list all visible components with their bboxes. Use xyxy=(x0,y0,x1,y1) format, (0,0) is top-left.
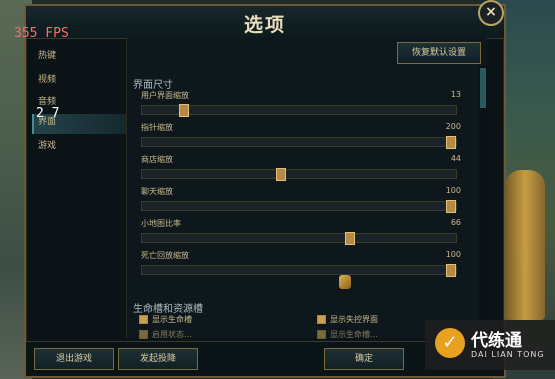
slider-label: 小地图比率 xyxy=(141,219,181,228)
slider-thumb[interactable] xyxy=(445,264,456,277)
checkbox-icon[interactable] xyxy=(139,330,148,339)
slider-track[interactable] xyxy=(141,104,457,117)
content-scrollbar[interactable] xyxy=(479,66,487,336)
checkbox-label: 启用状态... xyxy=(152,330,192,339)
slider-row-cursor-scale: 指针缩放 200 xyxy=(141,122,461,149)
slider-value: 66 xyxy=(450,218,461,227)
slider-value: 44 xyxy=(450,154,461,163)
slider-label: 商店缩放 xyxy=(141,155,173,164)
slider-thumb[interactable] xyxy=(445,136,456,149)
slider-thumb[interactable] xyxy=(445,200,456,213)
scroll-thumb[interactable] xyxy=(480,68,486,108)
sidebar-item-video[interactable]: 视频 xyxy=(34,72,126,88)
slider-label: 用户界面缩放 xyxy=(141,91,189,100)
slider-thumb[interactable] xyxy=(178,104,189,117)
checkbox-show-health-bars[interactable]: 显示生命槽 xyxy=(139,314,192,325)
title-bar: 选项 xyxy=(26,6,504,39)
quit-game-button[interactable]: 退出游戏 xyxy=(34,348,114,370)
section-health-bars: 生命槽和资源槽 xyxy=(133,304,203,315)
slider-track[interactable] xyxy=(141,232,457,245)
options-sidebar: 热键 视频 音频 界面 游戏 xyxy=(30,44,130,340)
slider-value: 200 xyxy=(445,122,461,131)
sidebar-item-game[interactable]: 游戏 xyxy=(34,138,126,154)
slider-row-death-recap-scale: 死亡回放缩放 100 xyxy=(141,250,461,277)
reset-defaults-button[interactable]: 恢复默认设置 xyxy=(397,42,481,64)
slider-value: 13 xyxy=(450,90,461,99)
section-ui-scale: 界面尺寸 xyxy=(133,80,173,91)
checkbox-label: 显示生命槽 xyxy=(152,315,192,324)
slider-track[interactable] xyxy=(141,136,457,149)
checkbox-partial-1[interactable]: 启用状态... xyxy=(139,329,192,340)
slider-label: 指针缩放 xyxy=(141,123,173,132)
watermark-brand: 代练通 xyxy=(471,331,522,351)
slider-label: 死亡回放缩放 xyxy=(141,251,189,260)
watermark-brand-en: DAI LIAN TONG xyxy=(471,350,545,359)
checkbox-label: 显示失控界面 xyxy=(330,315,378,324)
slider-value: 100 xyxy=(445,186,461,195)
slider-track[interactable] xyxy=(141,264,457,277)
slider-track[interactable] xyxy=(141,168,457,181)
slider-thumb[interactable] xyxy=(345,232,356,245)
close-icon[interactable]: × xyxy=(478,0,504,26)
slider-row-chat-scale: 聊天缩放 100 xyxy=(141,186,461,213)
slider-value: 100 xyxy=(445,250,461,259)
checkbox-show-cc-ui[interactable]: 显示失控界面 xyxy=(317,314,378,325)
fps-counter: 355 FPS xyxy=(14,26,69,41)
checkbox-icon[interactable] xyxy=(317,330,326,339)
mouse-cursor-icon xyxy=(339,275,351,289)
checkbox-icon[interactable] xyxy=(317,315,326,324)
checkbox-label: 显示生命槽... xyxy=(330,330,378,339)
game-pillar xyxy=(505,170,545,320)
window-title: 选项 xyxy=(243,14,286,36)
watermark: ✓ 代练通 DAI LIAN TONG xyxy=(425,320,555,370)
slider-row-minimap-scale: 小地图比率 66 xyxy=(141,218,461,245)
slider-label: 聊天缩放 xyxy=(141,187,173,196)
checkbox-partial-2[interactable]: 显示生命槽... xyxy=(317,329,378,340)
checkmark-icon: ✓ xyxy=(435,328,465,358)
confirm-button[interactable]: 确定 xyxy=(324,348,404,370)
slider-track[interactable] xyxy=(141,200,457,213)
slider-row-ui-scale: 用户界面缩放 13 xyxy=(141,90,461,117)
slider-row-shop-scale: 商店缩放 44 xyxy=(141,154,461,181)
sidebar-overlay-text: 2 7 xyxy=(36,106,60,121)
sidebar-item-hotkeys[interactable]: 热键 xyxy=(34,48,126,64)
slider-thumb[interactable] xyxy=(276,168,287,181)
options-content: 恢复默认设置 界面尺寸 用户界面缩放 13 指针缩放 200 商店缩放 44 聊… xyxy=(126,38,487,340)
surrender-button[interactable]: 发起投降 xyxy=(118,348,198,370)
checkbox-icon[interactable] xyxy=(139,315,148,324)
